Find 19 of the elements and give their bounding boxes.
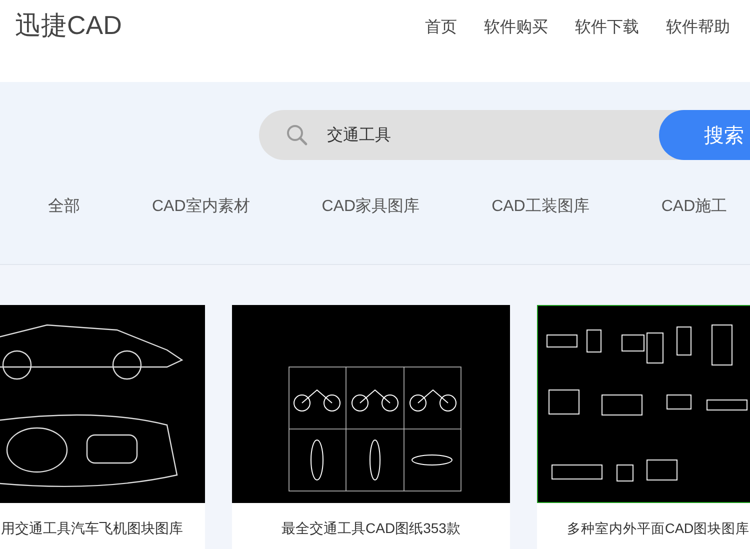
nav-link[interactable]: 软件帮助	[666, 17, 730, 38]
site-logo[interactable]: 迅捷CAD	[15, 8, 122, 43]
nav-link[interactable]: 首页	[425, 17, 457, 38]
nav-link[interactable]: 软件购买	[484, 17, 548, 38]
category-link[interactable]: CAD家具图库	[322, 196, 420, 217]
card-title: 多种室内外平面CAD图块图库	[566, 520, 750, 538]
card-title: 用交通工具汽车飞机图块图库	[0, 520, 184, 538]
search-button[interactable]: 搜索	[659, 110, 750, 160]
category-link[interactable]: CAD室内素材	[152, 196, 250, 217]
category-link[interactable]: CAD施工	[661, 196, 728, 217]
category-link[interactable]: CAD工装图库	[492, 196, 590, 217]
category-link[interactable]: 全部	[48, 196, 80, 217]
card-title: 最全交通工具CAD图纸353款	[280, 520, 462, 538]
card[interactable]: 用交通工具汽车飞机图块图库	[0, 305, 205, 549]
card[interactable]: 多种室内外平面CAD图块图库	[537, 305, 750, 549]
search-field[interactable]: 交通工具 搜索	[259, 110, 750, 160]
nav-link[interactable]: 软件下载	[575, 17, 639, 38]
search-icon	[286, 124, 308, 146]
card[interactable]: 最全交通工具CAD图纸353款	[232, 305, 510, 549]
